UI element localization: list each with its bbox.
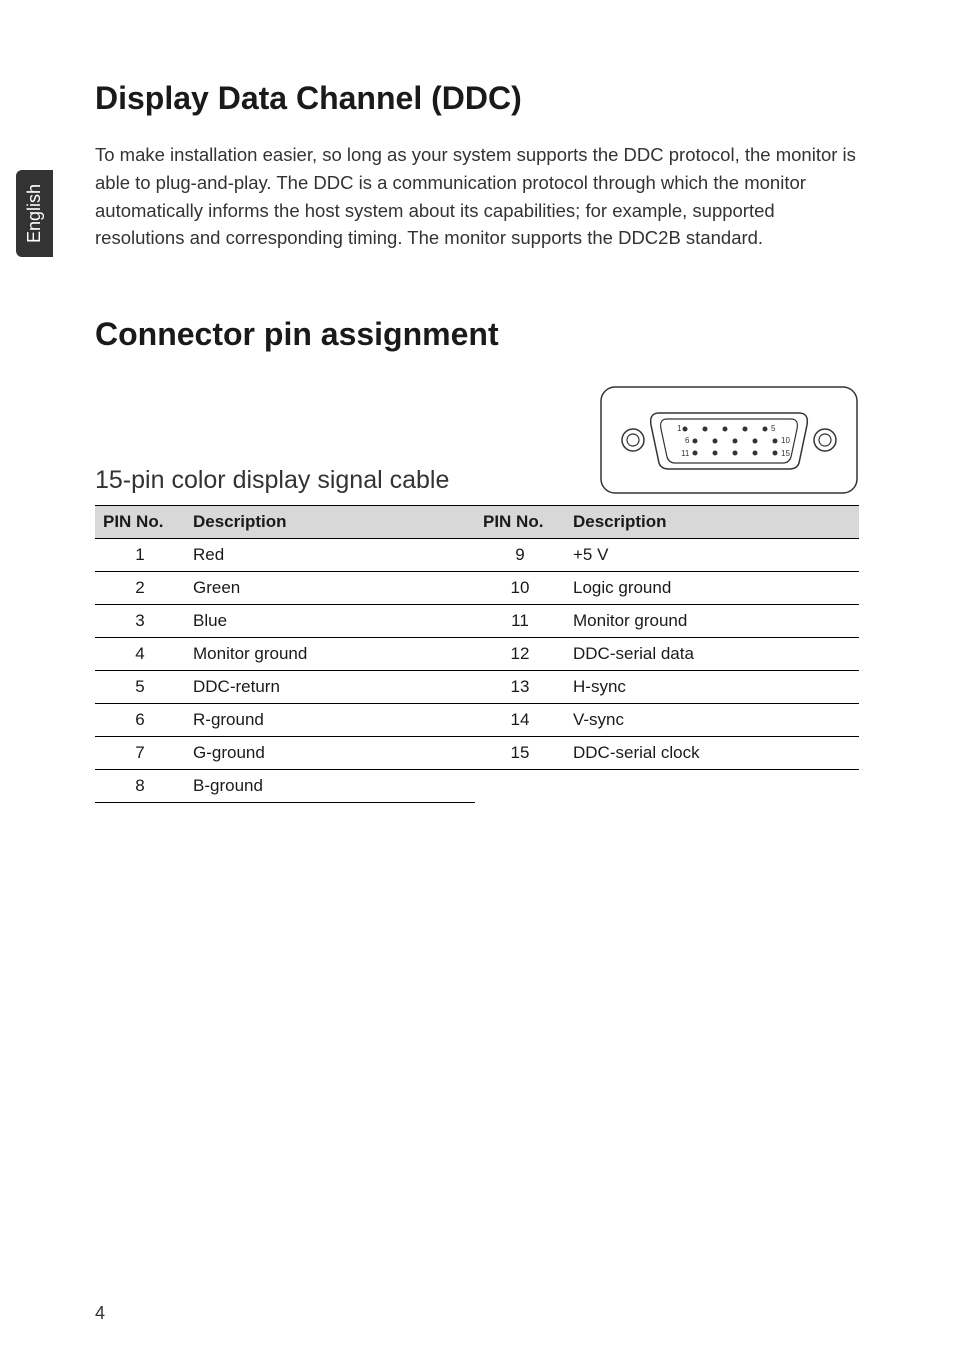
pin-cell: 7 <box>95 737 185 770</box>
table-row: 5 DDC-return 13 H-sync <box>95 671 859 704</box>
pin-cell: 15 <box>475 737 565 770</box>
pin-cell: 9 <box>475 539 565 572</box>
subheading-row: 15-pin color display signal cable <box>95 385 859 495</box>
subheading-15pin: 15-pin color display signal cable <box>95 466 449 495</box>
pin-cell: 4 <box>95 638 185 671</box>
desc-cell: +5 V <box>565 539 859 572</box>
pin-cell: 1 <box>95 539 185 572</box>
heading-connector: Connector pin assignment <box>95 316 859 353</box>
desc-cell: DDC-return <box>185 671 475 704</box>
header-description-left: Description <box>185 506 475 539</box>
desc-cell: DDC-serial clock <box>565 737 859 770</box>
pin-cell: 11 <box>475 605 565 638</box>
header-pin-no-right: PIN No. <box>475 506 565 539</box>
page-content: Display Data Channel (DDC) To make insta… <box>0 0 954 803</box>
pin-cell: 2 <box>95 572 185 605</box>
pin-cell: 13 <box>475 671 565 704</box>
desc-cell: Logic ground <box>565 572 859 605</box>
heading-ddc: Display Data Channel (DDC) <box>95 80 859 117</box>
pin-cell: 6 <box>95 704 185 737</box>
table-row: 1 Red 9 +5 V <box>95 539 859 572</box>
svg-text:11: 11 <box>681 449 690 458</box>
pin-cell: 10 <box>475 572 565 605</box>
table-row: 6 R-ground 14 V-sync <box>95 704 859 737</box>
table-row: 2 Green 10 Logic ground <box>95 572 859 605</box>
desc-cell: G-ground <box>185 737 475 770</box>
desc-cell: Monitor ground <box>185 638 475 671</box>
table-row: 8 B-ground <box>95 770 859 803</box>
pin-cell: 12 <box>475 638 565 671</box>
desc-cell: H-sync <box>565 671 859 704</box>
desc-cell: Monitor ground <box>565 605 859 638</box>
desc-cell: V-sync <box>565 704 859 737</box>
pin-table: PIN No. Description PIN No. Description … <box>95 505 859 803</box>
pin-cell: 14 <box>475 704 565 737</box>
desc-cell: Green <box>185 572 475 605</box>
table-row: 7 G-ground 15 DDC-serial clock <box>95 737 859 770</box>
svg-text:1: 1 <box>677 424 682 433</box>
header-pin-no-left: PIN No. <box>95 506 185 539</box>
body-text-ddc: To make installation easier, so long as … <box>95 141 859 252</box>
svg-text:5: 5 <box>771 424 776 433</box>
table-row: 4 Monitor ground 12 DDC-serial data <box>95 638 859 671</box>
svg-text:10: 10 <box>781 436 790 445</box>
desc-cell: R-ground <box>185 704 475 737</box>
page-number: 4 <box>95 1303 105 1324</box>
desc-cell: DDC-serial data <box>565 638 859 671</box>
pin-cell: 5 <box>95 671 185 704</box>
svg-text:6: 6 <box>685 436 690 445</box>
connector-diagram-icon: 1 5 6 10 11 15 <box>599 385 859 495</box>
header-description-right: Description <box>565 506 859 539</box>
desc-cell: B-ground <box>185 770 475 803</box>
pin-cell-empty <box>475 770 565 803</box>
pin-cell: 3 <box>95 605 185 638</box>
pin-cell: 8 <box>95 770 185 803</box>
table-row: 3 Blue 11 Monitor ground <box>95 605 859 638</box>
table-header-row: PIN No. Description PIN No. Description <box>95 506 859 539</box>
desc-cell: Blue <box>185 605 475 638</box>
desc-cell: Red <box>185 539 475 572</box>
desc-cell-empty <box>565 770 859 803</box>
language-tab: English <box>16 170 53 257</box>
svg-text:15: 15 <box>781 449 790 458</box>
